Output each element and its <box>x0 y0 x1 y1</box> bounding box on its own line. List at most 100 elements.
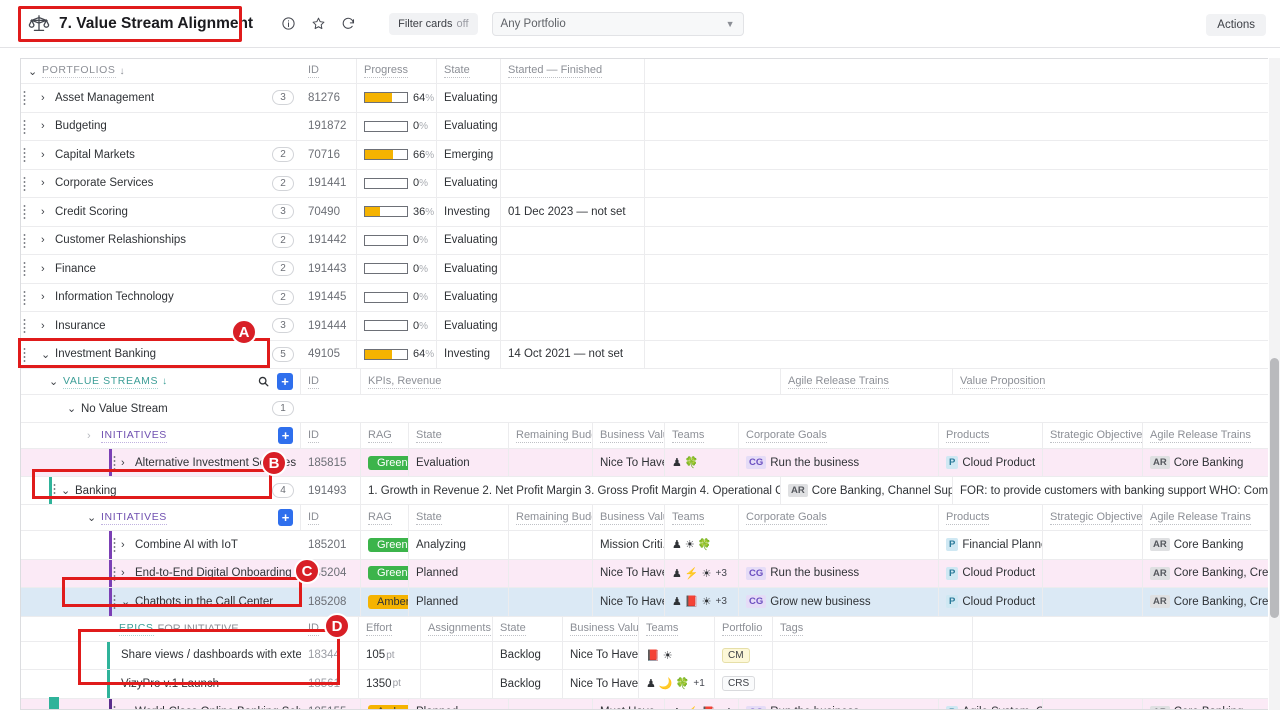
chevron-right-icon[interactable]: › <box>41 206 55 218</box>
portfolio-name-cell[interactable]: › Credit Scoring 3 <box>21 198 301 226</box>
initiative-name-cell[interactable]: › World-Class Online Banking Solution <box>21 699 301 709</box>
epics-toggle[interactable]: EPICS FOR INITIATIVE <box>21 617 301 641</box>
column-header-state[interactable]: State <box>437 59 501 83</box>
chevron-down-icon[interactable]: ⌄ <box>87 511 101 524</box>
portfolio-row[interactable]: › Insurance 3 191444 0% Evaluating <box>21 312 1268 341</box>
add-value-stream-button[interactable]: + <box>277 373 293 390</box>
column-header-budget-1[interactable]: Remaining Budget <box>509 423 593 448</box>
column-header-kpis[interactable]: KPIs, Revenue <box>361 369 781 394</box>
column-header-strategic-1[interactable]: Strategic Objectives <box>1043 423 1143 448</box>
column-header-art-2[interactable]: Agile Release Trains <box>1143 505 1268 530</box>
value-streams-toggle[interactable]: ⌄ VALUE STREAMS ↓ <box>21 369 249 394</box>
drag-handle-icon[interactable] <box>113 594 116 610</box>
chevron-down-icon[interactable]: ⌄ <box>49 375 63 388</box>
column-header-products-2[interactable]: Products <box>939 505 1043 530</box>
page-title-group[interactable]: 7. Value Stream Alignment <box>24 9 261 39</box>
chevron-right-icon[interactable]: › <box>41 177 55 189</box>
column-header-value-proposition[interactable]: Value Proposition <box>953 369 1268 394</box>
initiative-name-cell[interactable]: › End-to-End Digital Onboarding <box>21 560 301 588</box>
search-icon[interactable] <box>256 374 271 390</box>
initiative-row[interactable]: › End-to-End Digital Onboarding 185204 Gree… <box>21 559 1268 588</box>
column-header-budget-2[interactable]: Remaining Budget <box>509 505 593 530</box>
column-header-teams-2[interactable]: Teams <box>665 505 739 530</box>
add-initiative-button[interactable]: + <box>278 427 293 444</box>
chevron-right-icon[interactable]: › <box>41 120 55 132</box>
chevron-down-icon[interactable]: ⌄ <box>61 484 75 497</box>
initiative-name-cell[interactable]: ⌄ Chatbots in the Call Center <box>21 588 301 616</box>
portfolio-row[interactable]: › Asset Management 3 81276 64% Evaluating <box>21 84 1268 113</box>
column-header-init-id-1[interactable]: ID <box>301 423 361 448</box>
column-header-vs-art[interactable]: Agile Release Trains <box>781 369 953 394</box>
sort-arrow-icon[interactable]: ↓ <box>162 376 167 387</box>
epic-row[interactable]: Share views / dashboards with exter... 18… <box>21 641 1268 670</box>
column-header-teams-1[interactable]: Teams <box>665 423 739 448</box>
chevron-right-icon[interactable]: › <box>41 92 55 104</box>
value-stream-name-cell[interactable]: ⌄ Banking 4 <box>21 477 301 504</box>
portfolio-row[interactable]: › Finance 2 191443 0% Evaluating <box>21 255 1268 284</box>
column-header-effort[interactable]: Effort <box>359 616 421 641</box>
portfolio-name-cell[interactable]: › Insurance 3 <box>21 312 301 340</box>
column-header-epic-state[interactable]: State <box>493 616 563 641</box>
chevron-right-icon[interactable]: › <box>87 430 101 442</box>
chevron-right-icon[interactable]: › <box>121 706 135 709</box>
portfolio-name-cell[interactable]: › Budgeting <box>21 113 301 141</box>
portfolio-row[interactable]: › Corporate Services 2 191441 0% Evaluating <box>21 169 1268 198</box>
initiative-row-alternative-investment-services[interactable]: › Alternative Investment Services 185815… <box>21 449 1268 477</box>
chevron-right-icon[interactable]: › <box>121 457 135 469</box>
column-header-id[interactable]: ID <box>301 59 357 83</box>
filter-cards-button[interactable]: Filter cards off <box>389 12 478 35</box>
chevron-down-icon[interactable]: ⌄ <box>121 595 135 608</box>
portfolio-name-cell[interactable]: ⌄ Investment Banking 5 <box>21 341 301 369</box>
column-header-epic-teams[interactable]: Teams <box>639 616 715 641</box>
column-header-state-2[interactable]: State <box>409 505 509 530</box>
info-icon[interactable] <box>275 11 301 37</box>
epic-row[interactable]: VizyPro v.1 Launch 18561 1350 pt Backlog Nice… <box>21 670 1268 699</box>
initiative-name-cell[interactable]: › Combine AI with IoT <box>21 531 301 559</box>
refresh-icon[interactable] <box>335 11 361 37</box>
chevron-right-icon[interactable]: › <box>41 291 55 303</box>
column-header-progress[interactable]: Progress <box>357 59 437 83</box>
chevron-right-icon[interactable]: › <box>41 263 55 275</box>
column-header-bizvalue-2[interactable]: Business Value <box>593 505 665 530</box>
portfolio-row[interactable]: › Credit Scoring 3 70490 36% Investing 01 Dec … <box>21 198 1268 227</box>
initiatives-toggle-2[interactable]: ⌄ INITIATIVES <box>21 505 271 530</box>
initiative-row-world-class-online-banking-solution[interactable]: › World-Class Online Banking Solution 18… <box>21 698 1268 709</box>
no-value-stream-row[interactable]: ⌄ No Value Stream 1 <box>21 395 1268 423</box>
column-header-rag-1[interactable]: RAG <box>361 423 409 448</box>
portfolio-row[interactable]: › Information Technology 2 191445 0% Evaluati… <box>21 283 1268 312</box>
initiatives-toggle-1[interactable]: › INITIATIVES <box>21 423 271 448</box>
initiative-row[interactable]: ⌄ Chatbots in the Call Center 185208 Amber P… <box>21 588 1268 617</box>
portfolio-name-cell[interactable]: › Capital Markets 2 <box>21 141 301 169</box>
chevron-right-icon[interactable]: › <box>121 567 135 579</box>
column-header-art-1[interactable]: Agile Release Trains <box>1143 423 1268 448</box>
chevron-right-icon[interactable]: › <box>41 234 55 246</box>
drag-handle-icon[interactable] <box>113 537 116 553</box>
vertical-scrollbar[interactable] <box>1269 58 1280 710</box>
column-header-vs-id[interactable]: ID <box>301 369 361 394</box>
column-header-goals-1[interactable]: Corporate Goals <box>739 423 939 448</box>
portfolio-name-cell[interactable]: › Finance 2 <box>21 255 301 283</box>
chevron-down-icon[interactable]: ⌄ <box>28 65 42 78</box>
portfolio-name-cell[interactable]: › Corporate Services 2 <box>21 170 301 198</box>
column-header-epic-tags[interactable]: Tags <box>773 616 973 641</box>
vertical-scrollbar-thumb[interactable] <box>1270 358 1279 618</box>
column-header-epic-bizvalue[interactable]: Business Value <box>563 616 639 641</box>
portfolio-row[interactable]: › Budgeting 191872 0% Evaluating <box>21 112 1268 141</box>
chevron-right-icon[interactable]: › <box>41 320 55 332</box>
portfolios-group-toggle[interactable]: ⌄ PORTFOLIOS ↓ <box>21 59 301 83</box>
column-header-state-1[interactable]: State <box>409 423 509 448</box>
portfolio-row[interactable]: › Customer Relashionships 2 191442 0% Evaluat… <box>21 226 1268 255</box>
initiative-row[interactable]: › Combine AI with IoT 185201 Green Analyzing… <box>21 531 1268 560</box>
portfolio-select[interactable]: Any Portfolio ▼ <box>491 11 744 36</box>
drag-handle-icon[interactable] <box>113 565 116 582</box>
column-header-assignments[interactable]: Assignments <box>421 616 493 641</box>
column-header-products-1[interactable]: Products <box>939 423 1043 448</box>
column-header-init-id-2[interactable]: ID <box>301 505 361 530</box>
no-value-stream-name-cell[interactable]: ⌄ No Value Stream 1 <box>21 395 301 422</box>
portfolio-row[interactable]: ⌄ Investment Banking 5 49105 64% Investing 14 … <box>21 340 1268 369</box>
chevron-down-icon[interactable]: ⌄ <box>41 348 55 361</box>
epic-name-cell[interactable]: Share views / dashboards with exter... <box>21 642 301 670</box>
value-stream-banking-row[interactable]: ⌄ Banking 4 191493 1. Growth in Revenue … <box>21 477 1268 505</box>
column-header-epic-portfolio[interactable]: Portfolio <box>715 616 773 641</box>
initiative-name-cell[interactable]: › Alternative Investment Services <box>21 449 301 476</box>
